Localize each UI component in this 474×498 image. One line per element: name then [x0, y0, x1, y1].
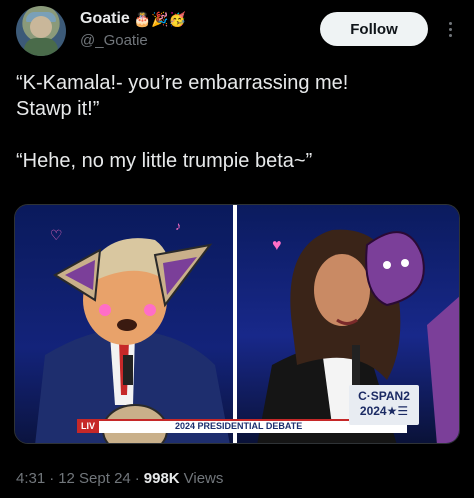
- avatar-face: [30, 16, 52, 38]
- panel-divider: [233, 205, 237, 443]
- network-logo-line2: 2024★☰: [359, 404, 409, 418]
- tweet-date[interactable]: 12 Sept 24: [58, 470, 131, 487]
- avatar-body: [24, 38, 58, 56]
- avatar[interactable]: [16, 6, 66, 56]
- svg-text:♡: ♡: [50, 227, 63, 243]
- meta-separator: ·: [49, 470, 55, 487]
- network-logo: C·SPAN2 2024★☰: [349, 385, 419, 425]
- tweet-text: “K-Kamala!- you’re embarrassing me! Staw…: [16, 70, 456, 174]
- tweet-meta: 4:31 · 12 Sept 24 · 998K Views: [16, 470, 223, 487]
- tweet-media-image[interactable]: ♡ ♪ ♥ LIV 2024 PRESIDENTIAL DEBATE C·SPA…: [14, 204, 460, 444]
- tweet-header: Goatie 🎂🎉🥳 @_Goatie Follow: [16, 6, 458, 56]
- tweet-line: “K-Kamala!- you’re embarrassing me!: [16, 72, 349, 94]
- name-row: Goatie 🎂🎉🥳: [80, 10, 186, 28]
- user-handle[interactable]: @_Goatie: [80, 32, 148, 49]
- svg-text:♪: ♪: [175, 219, 181, 233]
- debate-banner-text: 2024 PRESIDENTIAL DEBATE: [175, 421, 303, 431]
- display-name[interactable]: Goatie: [80, 10, 130, 28]
- network-logo-line1: C·SPAN2: [358, 389, 410, 403]
- more-options-icon[interactable]: [440, 16, 460, 42]
- tweet-line: Stawp it!”: [16, 98, 100, 120]
- more-dot: [448, 21, 452, 25]
- live-badge: LIV: [77, 419, 99, 433]
- tweet-line: “Hehe, no my little trumpie beta~”: [16, 150, 313, 172]
- more-dot: [448, 33, 452, 37]
- views-label: Views: [183, 470, 224, 487]
- name-emojis: 🎂🎉🥳: [133, 11, 187, 27]
- views-count[interactable]: 998K: [144, 470, 180, 487]
- more-dot: [448, 27, 452, 31]
- tweet-time[interactable]: 4:31: [16, 470, 45, 487]
- left-figure-illustration: ♡ ♪: [35, 219, 230, 443]
- svg-text:♥: ♥: [272, 237, 282, 254]
- meta-separator: ·: [134, 470, 140, 487]
- follow-button[interactable]: Follow: [320, 12, 428, 46]
- media-left-panel: ♡ ♪: [15, 205, 233, 443]
